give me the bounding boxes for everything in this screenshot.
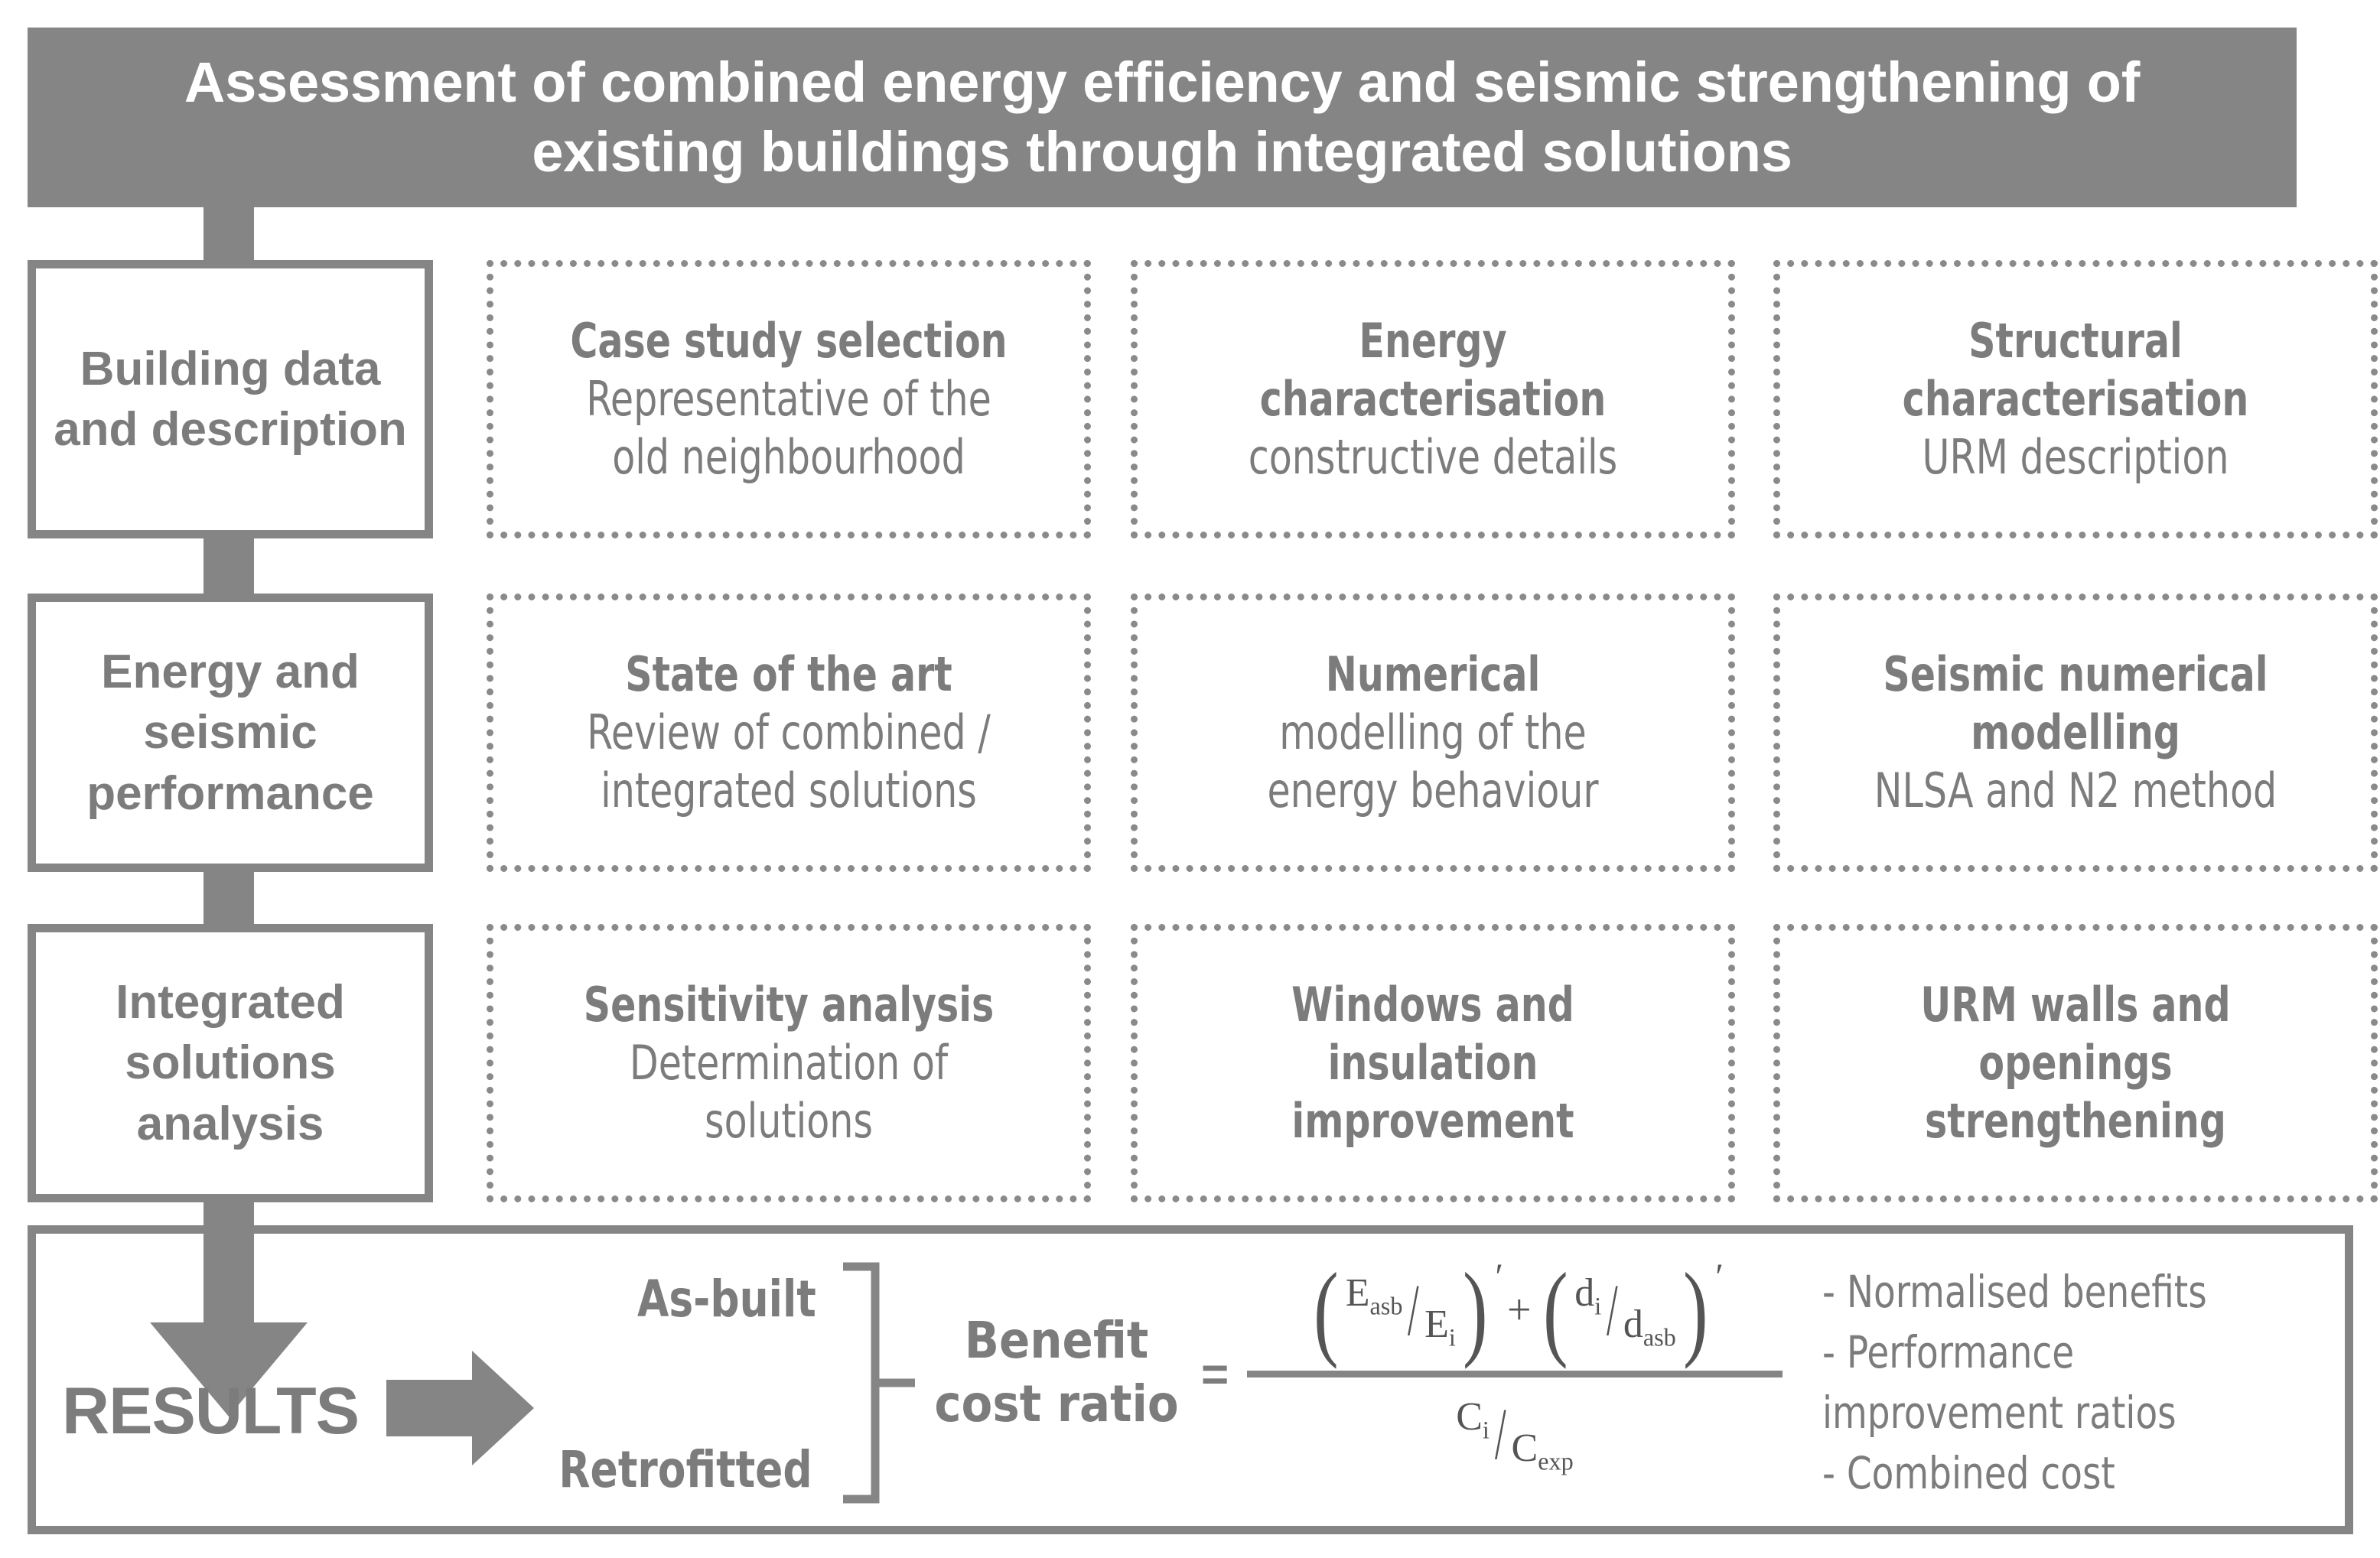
formula-d-asb-sub: asb xyxy=(1643,1323,1676,1351)
formula-e-i-base: E xyxy=(1424,1303,1449,1346)
card-line: modelling of the xyxy=(1279,704,1587,760)
card-line: Sensitivity analysis xyxy=(583,976,995,1033)
brace-icon xyxy=(835,1260,920,1505)
case-item-as-built: As-built xyxy=(637,1270,817,1329)
formula-e-asb-base: E xyxy=(1345,1270,1370,1315)
diagram-title: Assessment of combined energy efficiency… xyxy=(184,50,2141,184)
case-item-retrofitted: Retrofitted xyxy=(558,1440,812,1499)
formula-term-displacement-ratio: ( di / dasb ) ′ xyxy=(1538,1251,1721,1370)
formula-prime-1: ′ xyxy=(1493,1256,1501,1297)
card-line: Numerical xyxy=(1325,646,1541,702)
card-line: solutions xyxy=(705,1093,873,1150)
card-line: characterisation xyxy=(1259,370,1607,427)
diagram-title-banner: Assessment of combined energy efficiency… xyxy=(28,28,2297,207)
benefit-cost-ratio-formula: ( Easb / Ei ) ′ + ( di / dasb ) ′ Ci / C… xyxy=(1247,1253,1783,1488)
formula-denominator: Ci / Cexp xyxy=(1247,1381,1783,1488)
fraction-bar xyxy=(1247,1371,1783,1377)
right-paren-icon: ) xyxy=(1682,1251,1708,1370)
card-structural-characterisation[interactable]: Structural characterisation URM descript… xyxy=(1773,260,2378,538)
list-item: - Combined cost xyxy=(1822,1446,2115,1499)
card-energy-characterisation[interactable]: Energy characterisation constructive det… xyxy=(1131,260,1735,538)
formula-c-exp-base: C xyxy=(1511,1426,1538,1470)
card-line: energy behaviour xyxy=(1267,763,1599,819)
card-line: improvement xyxy=(1291,1093,1574,1150)
stage-box-building-data[interactable]: Building data and description xyxy=(28,260,433,538)
card-line: Case study selection xyxy=(570,312,1008,369)
stage-label: Energy and seismic performance xyxy=(86,645,374,820)
benefit-label-line-2: cost ratio xyxy=(934,1374,1179,1433)
card-case-study-selection[interactable]: Case study selection Representative of t… xyxy=(487,260,1091,538)
left-paren-icon: ( xyxy=(1542,1251,1568,1370)
benefit-label-line-1: Benefit xyxy=(964,1311,1149,1370)
list-item: - Normalised benefits xyxy=(1822,1266,2207,1318)
list-item: improvement ratios xyxy=(1822,1386,2177,1439)
card-line: Review of combined / xyxy=(587,704,991,760)
card-line: integrated solutions xyxy=(601,763,977,819)
card-urm-walls-openings-strengthening[interactable]: URM walls and openings strengthening xyxy=(1773,924,2378,1202)
results-outputs-list: - Normalised benefits - Performance impr… xyxy=(1822,1262,2343,1504)
card-line: modelling xyxy=(1971,704,2180,760)
slash-icon: / xyxy=(1408,1268,1420,1351)
formula-d-i-base: d xyxy=(1574,1270,1595,1315)
slash-icon: / xyxy=(1494,1392,1506,1475)
card-line: State of the art xyxy=(625,646,952,702)
card-line: Seismic numerical xyxy=(1883,646,2268,702)
benefit-cost-ratio-label: Benefit cost ratio xyxy=(930,1309,1183,1436)
formula-e-asb-sub: asb xyxy=(1369,1291,1403,1319)
slash-icon: / xyxy=(1607,1268,1618,1351)
card-seismic-numerical-modelling[interactable]: Seismic numerical modelling NLSA and N2 … xyxy=(1773,594,2378,872)
stage-label: Building data and description xyxy=(54,342,407,456)
formula-d-asb-base: d xyxy=(1623,1303,1643,1346)
card-line: characterisation xyxy=(1902,370,2249,427)
stage-box-integrated-solutions-analysis[interactable]: Integrated solutions analysis xyxy=(28,924,433,1202)
formula-d-i-sub: i xyxy=(1594,1291,1602,1319)
right-paren-icon: ) xyxy=(1462,1251,1488,1370)
card-numerical-modelling-energy[interactable]: Numerical modelling of the energy behavi… xyxy=(1131,594,1735,872)
formula-c-exp-sub: exp xyxy=(1538,1447,1574,1475)
formula-prime-2: ′ xyxy=(1713,1256,1721,1297)
card-line: old neighbourhood xyxy=(612,429,965,486)
card-line: Structural xyxy=(1968,312,2183,369)
formula-plus-operator: + xyxy=(1506,1286,1532,1334)
card-line: NLSA and N2 method xyxy=(1874,763,2277,819)
list-item: - Performance xyxy=(1822,1325,2075,1378)
card-line: strengthening xyxy=(1925,1093,2226,1150)
card-state-of-the-art[interactable]: State of the art Review of combined / in… xyxy=(487,594,1091,872)
equals-sign: = xyxy=(1201,1348,1229,1401)
card-line: Windows and xyxy=(1291,976,1574,1033)
card-line: URM walls and xyxy=(1920,976,2231,1033)
results-heading: RESULTS xyxy=(62,1374,360,1448)
card-line: Representative of the xyxy=(586,370,991,427)
formula-e-i-sub: i xyxy=(1448,1323,1456,1351)
results-case-list: As-built Retrofitted xyxy=(505,1270,826,1499)
formula-numerator: ( Easb / Ei ) ′ + ( di / dasb ) ′ xyxy=(1247,1253,1783,1368)
card-line: openings xyxy=(1978,1034,2173,1091)
card-line: constructive details xyxy=(1248,429,1618,486)
flowchart-canvas: Assessment of combined energy efficiency… xyxy=(0,0,2380,1558)
card-windows-insulation-improvement[interactable]: Windows and insulation improvement xyxy=(1131,924,1735,1202)
card-line: URM description xyxy=(1922,429,2229,486)
card-sensitivity-analysis[interactable]: Sensitivity analysis Determination of so… xyxy=(487,924,1091,1202)
left-paren-icon: ( xyxy=(1314,1251,1339,1370)
card-line: Determination of xyxy=(629,1034,949,1091)
stage-label: Integrated solutions analysis xyxy=(116,975,345,1150)
stage-box-energy-seismic-performance[interactable]: Energy and seismic performance xyxy=(28,594,433,872)
formula-c-i-base: C xyxy=(1456,1394,1483,1439)
formula-term-energy-ratio: ( Easb / Ei ) ′ xyxy=(1308,1251,1501,1370)
card-line: insulation xyxy=(1327,1034,1538,1091)
card-line: Energy xyxy=(1359,312,1507,369)
formula-c-i-sub: i xyxy=(1482,1415,1490,1443)
